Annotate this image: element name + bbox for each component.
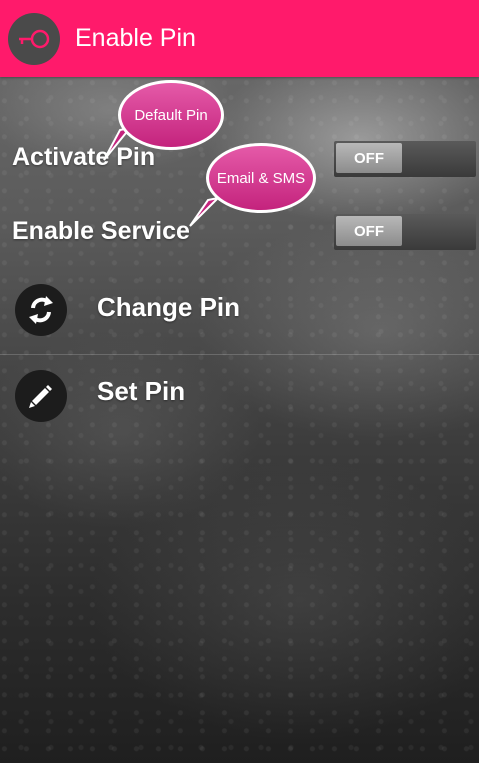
- setting-label-enable-service: Enable Service: [12, 217, 190, 245]
- toggle-state-label: OFF: [336, 143, 402, 173]
- tooltip-text: Default Pin: [134, 106, 208, 124]
- app-title: Enable Pin: [75, 24, 196, 52]
- menu-label-change-pin: Change Pin: [97, 292, 241, 322]
- tooltip-email-sms: Email & SMS: [206, 143, 316, 213]
- pencil-icon: [15, 370, 67, 422]
- activate-pin-toggle[interactable]: OFF: [334, 141, 476, 177]
- setting-row-enable-service: Enable Service OFF: [0, 213, 479, 253]
- key-icon[interactable]: [8, 12, 60, 65]
- menu-label-set-pin: Set Pin: [97, 376, 186, 406]
- divider: [0, 354, 479, 355]
- toggle-state-label: OFF: [336, 216, 402, 246]
- tooltip-default-pin: Default Pin: [118, 80, 224, 150]
- refresh-icon: [15, 284, 67, 336]
- action-bar: Enable Pin: [0, 0, 479, 77]
- tooltip-text: Email & SMS: [216, 169, 306, 187]
- menu-item-set-pin[interactable]: Set Pin: [0, 356, 479, 438]
- enable-service-toggle[interactable]: OFF: [334, 214, 476, 250]
- menu-item-change-pin[interactable]: Change Pin: [0, 268, 479, 350]
